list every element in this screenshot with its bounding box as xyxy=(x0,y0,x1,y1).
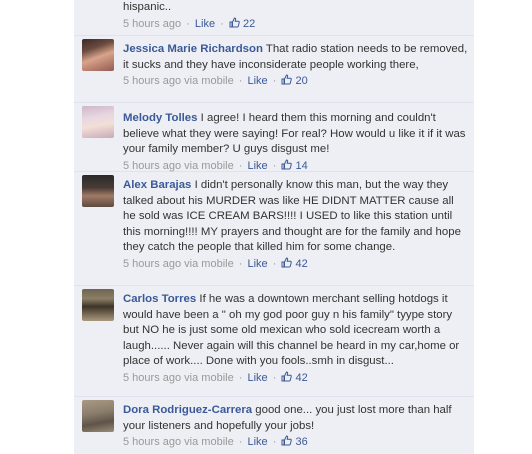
avatar[interactable] xyxy=(82,39,114,71)
comment-time[interactable]: 5 hours ago xyxy=(123,258,181,270)
thumbs-up-icon xyxy=(281,435,293,446)
comment-item: Jessica Marie Richardson That radio stat… xyxy=(74,36,474,103)
separator: · xyxy=(272,257,277,270)
avatar[interactable] xyxy=(82,175,114,207)
like-link[interactable]: Like xyxy=(248,372,268,384)
like-link[interactable]: Like xyxy=(248,75,268,87)
comment-body: Alex Barajas I didn't personally know th… xyxy=(123,178,468,272)
like-count-button[interactable]: 20 xyxy=(281,74,308,87)
comment-source: via mobile xyxy=(184,436,234,448)
separator: · xyxy=(272,75,277,87)
comment-source: via mobile xyxy=(184,257,234,270)
separator: · xyxy=(238,159,243,172)
thumbs-up-icon xyxy=(229,16,240,27)
like-count: 20 xyxy=(295,75,308,87)
avatar[interactable] xyxy=(82,289,114,321)
like-count: 42 xyxy=(295,371,308,384)
comment-item: hispanic.. 5 hours ago · Like · 22 xyxy=(74,0,474,36)
like-count-button[interactable]: 42 xyxy=(281,256,308,270)
comment-feed: hispanic.. 5 hours ago · Like · 22 Jessi… xyxy=(74,0,474,454)
like-link[interactable]: Like xyxy=(248,160,268,172)
comment-item: Melody Tolles I agree! I heard them this… xyxy=(74,103,474,172)
like-count-button[interactable]: 42 xyxy=(281,370,308,384)
thumbs-up-icon xyxy=(281,158,293,169)
separator: · xyxy=(238,371,243,384)
separator: · xyxy=(220,17,224,30)
comment-author[interactable]: Melody Tolles xyxy=(123,112,197,124)
like-link[interactable]: Like xyxy=(195,18,215,30)
comment-item: Carlos Torres If he was a downtown merch… xyxy=(74,286,474,397)
comment-meta: 5 hours ago via mobile · Like · 36 xyxy=(123,435,468,451)
comment-author[interactable]: Dora Rodriguez-Carrera xyxy=(123,404,252,416)
thumbs-up-icon xyxy=(281,370,293,381)
avatar[interactable] xyxy=(82,106,114,138)
comment-item: Alex Barajas I didn't personally know th… xyxy=(74,172,474,286)
like-link[interactable]: Like xyxy=(248,436,268,448)
thumbs-up-icon xyxy=(281,74,293,85)
like-count: 36 xyxy=(295,436,308,448)
separator: · xyxy=(272,371,277,384)
comment-body: Carlos Torres If he was a downtown merch… xyxy=(123,292,468,386)
comment-source: via mobile xyxy=(184,371,234,384)
comment-source: via mobile xyxy=(184,159,234,172)
separator: · xyxy=(272,436,277,448)
like-count-button[interactable]: 36 xyxy=(281,435,308,448)
comment-meta: 5 hours ago via mobile · Like · 20 xyxy=(123,74,468,90)
comment-body: Jessica Marie Richardson That radio stat… xyxy=(123,42,468,90)
separator: · xyxy=(238,436,243,448)
comment-time[interactable]: 5 hours ago xyxy=(123,160,181,172)
comment-body: Dora Rodriguez-Carrera good one... you j… xyxy=(123,403,468,451)
separator: · xyxy=(238,257,243,270)
comment-body: hispanic.. 5 hours ago · Like · 22 xyxy=(123,0,468,32)
separator: · xyxy=(186,17,190,30)
comment-source: via mobile xyxy=(184,75,234,87)
comment-author[interactable]: Jessica Marie Richardson xyxy=(123,43,263,55)
comment-time[interactable]: 5 hours ago xyxy=(123,75,181,87)
like-count-button[interactable]: 14 xyxy=(281,158,308,172)
comment-text: hispanic.. xyxy=(123,1,172,13)
separator: · xyxy=(272,159,277,172)
like-count: 42 xyxy=(295,257,308,270)
like-count: 22 xyxy=(242,17,256,30)
avatar[interactable] xyxy=(82,400,114,432)
like-count-button[interactable]: 22 xyxy=(229,16,256,30)
thumbs-up-icon xyxy=(281,256,293,267)
separator: · xyxy=(238,75,243,87)
comment-item: Dora Rodriguez-Carrera good one... you j… xyxy=(74,397,474,454)
comment-meta: 5 hours ago via mobile · Like · 42 xyxy=(123,256,468,273)
comment-meta: 5 hours ago · Like · 22 xyxy=(123,16,468,33)
comment-meta: 5 hours ago via mobile · Like · 42 xyxy=(123,370,468,387)
comment-time[interactable]: 5 hours ago xyxy=(123,18,181,30)
comment-time[interactable]: 5 hours ago xyxy=(123,372,181,384)
comment-time[interactable]: 5 hours ago xyxy=(123,436,181,448)
like-count: 14 xyxy=(295,159,308,172)
like-link[interactable]: Like xyxy=(248,258,268,270)
comment-author[interactable]: Alex Barajas xyxy=(123,179,191,191)
comment-author[interactable]: Carlos Torres xyxy=(123,293,196,305)
comment-body: Melody Tolles I agree! I heard them this… xyxy=(123,111,468,174)
